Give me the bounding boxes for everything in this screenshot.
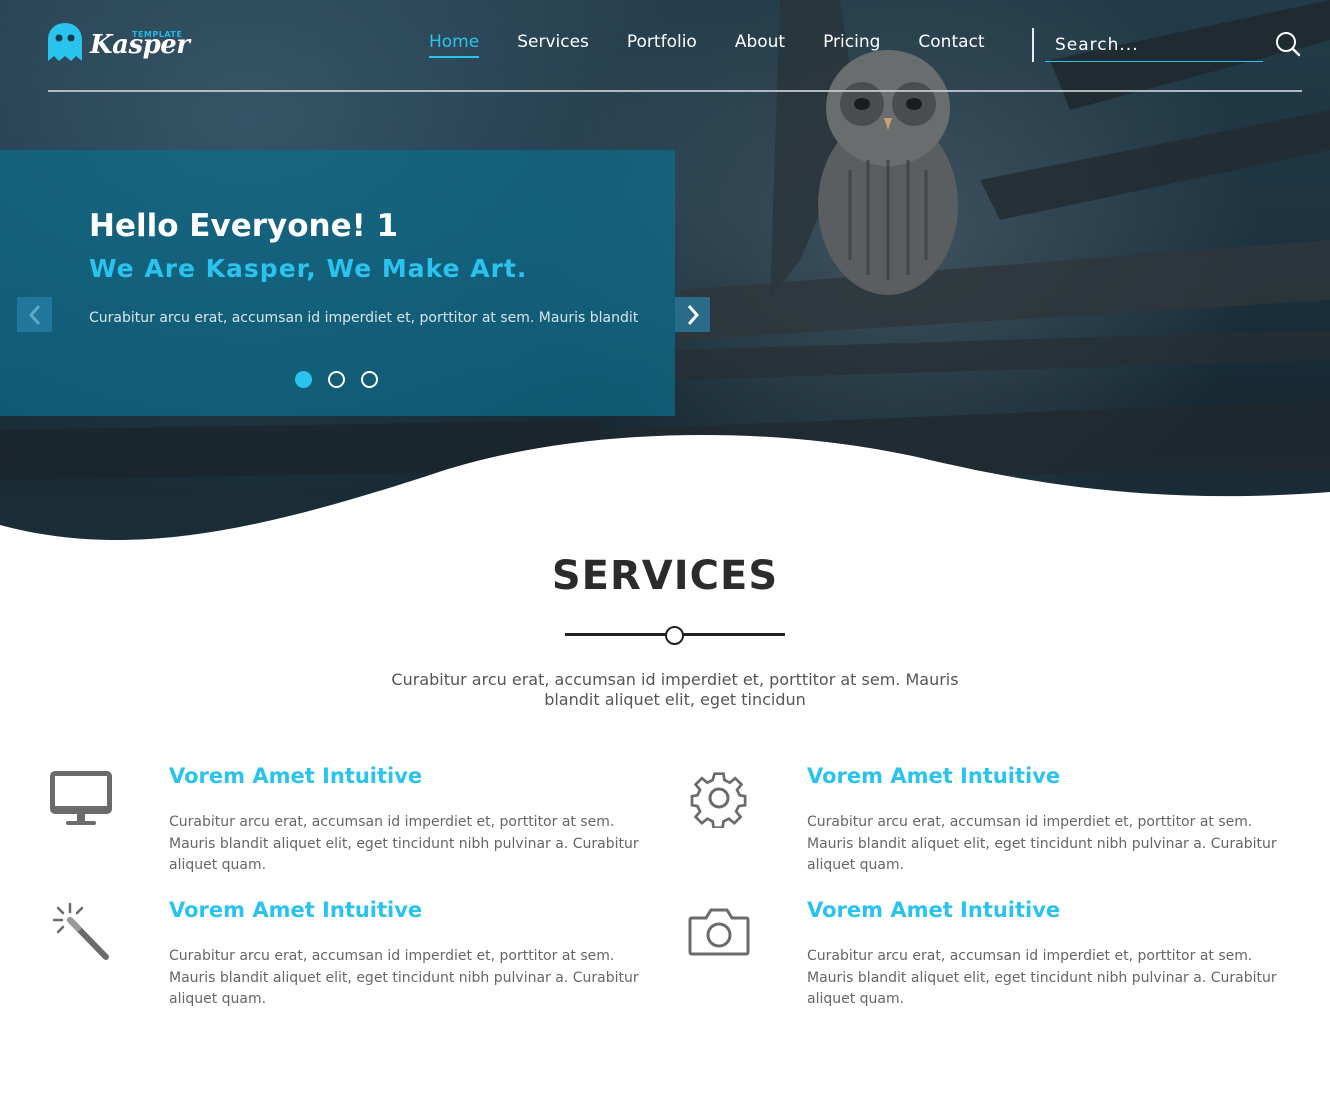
slider-prev-button[interactable] bbox=[17, 297, 52, 332]
slider-dot-3[interactable] bbox=[361, 371, 378, 388]
service-text: Curabitur arcu erat, accumsan id imperdi… bbox=[807, 948, 1277, 1007]
services-intro: Curabitur arcu erat, accumsan id imperdi… bbox=[391, 670, 959, 709]
chevron-left-icon bbox=[28, 304, 40, 325]
nav-divider bbox=[1032, 28, 1034, 62]
slider-dot-1[interactable] bbox=[295, 371, 312, 388]
service-text: Curabitur arcu erat, accumsan id imperdi… bbox=[807, 814, 1277, 873]
site-logo[interactable]: TEMPLATE Kasper bbox=[48, 22, 190, 62]
logo-wordmark: TEMPLATE Kasper bbox=[90, 22, 190, 62]
service-text: Curabitur arcu erat, accumsan id imperdi… bbox=[169, 948, 639, 1007]
hero-wave-divider bbox=[0, 434, 1330, 560]
search-box bbox=[1045, 30, 1263, 62]
service-heading: Vorem Amet Intuitive bbox=[169, 764, 423, 788]
nav-home[interactable]: Home bbox=[429, 32, 480, 58]
title-underline-circle bbox=[665, 626, 684, 645]
hero-section: TEMPLATE Kasper Home Services Portfolio … bbox=[0, 0, 1330, 560]
slider-next-button[interactable] bbox=[675, 297, 710, 332]
slide-text: Curabitur arcu erat, accumsan id imperdi… bbox=[89, 310, 639, 326]
service-text: Curabitur arcu erat, accumsan id imperdi… bbox=[169, 814, 639, 873]
search-input[interactable] bbox=[1045, 30, 1263, 60]
services-title: SERVICES bbox=[551, 553, 779, 599]
gear-icon bbox=[690, 772, 747, 828]
slider-dots bbox=[295, 371, 394, 388]
header-divider bbox=[48, 90, 1302, 92]
chevron-right-icon bbox=[687, 304, 699, 325]
desktop-icon bbox=[50, 771, 112, 825]
slider-dot-2[interactable] bbox=[328, 371, 345, 388]
nav-services[interactable]: Services bbox=[517, 32, 589, 58]
service-heading: Vorem Amet Intuitive bbox=[169, 898, 423, 922]
camera-icon bbox=[688, 908, 750, 956]
nav-portfolio[interactable]: Portfolio bbox=[627, 32, 697, 58]
nav-contact[interactable]: Contact bbox=[918, 32, 984, 58]
search-icon[interactable] bbox=[1275, 31, 1301, 57]
ghost-logo-icon bbox=[48, 23, 82, 61]
slide-title: Hello Everyone! 1 bbox=[89, 208, 399, 244]
nav-pricing[interactable]: Pricing bbox=[823, 32, 880, 58]
nav-about[interactable]: About bbox=[735, 32, 785, 58]
main-navigation: Home Services Portfolio About Pricing Co… bbox=[429, 32, 1023, 58]
service-heading: Vorem Amet Intuitive bbox=[807, 898, 1061, 922]
magic-wand-icon bbox=[52, 902, 109, 960]
slide-subtitle: We Are Kasper, We Make Art. bbox=[89, 254, 528, 283]
logo-title: Kasper bbox=[90, 30, 190, 60]
service-heading: Vorem Amet Intuitive bbox=[807, 764, 1061, 788]
